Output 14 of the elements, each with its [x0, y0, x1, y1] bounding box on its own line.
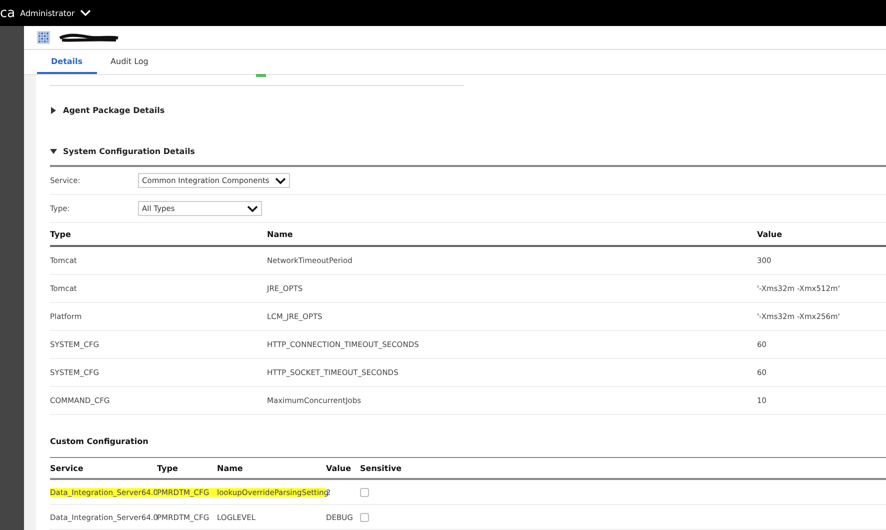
column-header: Value	[757, 230, 784, 238]
user-menu[interactable]: Administrator	[20, 8, 75, 18]
brand-text: ca	[0, 6, 16, 20]
column-header: Type	[50, 230, 72, 238]
tab[interactable]: Audit Log	[96, 57, 162, 74]
column-header: Type	[157, 464, 179, 472]
column-header: Service	[50, 464, 84, 472]
column-header: Name	[267, 230, 294, 238]
section-title: Agent Package Details	[63, 106, 165, 114]
subsection-title: Custom Configuration	[50, 437, 150, 448]
column-header: Sensitive	[360, 464, 403, 472]
section-title: System Configuration Details	[63, 146, 195, 156]
column-header: Name	[217, 464, 244, 472]
column-header: Value	[326, 464, 352, 472]
